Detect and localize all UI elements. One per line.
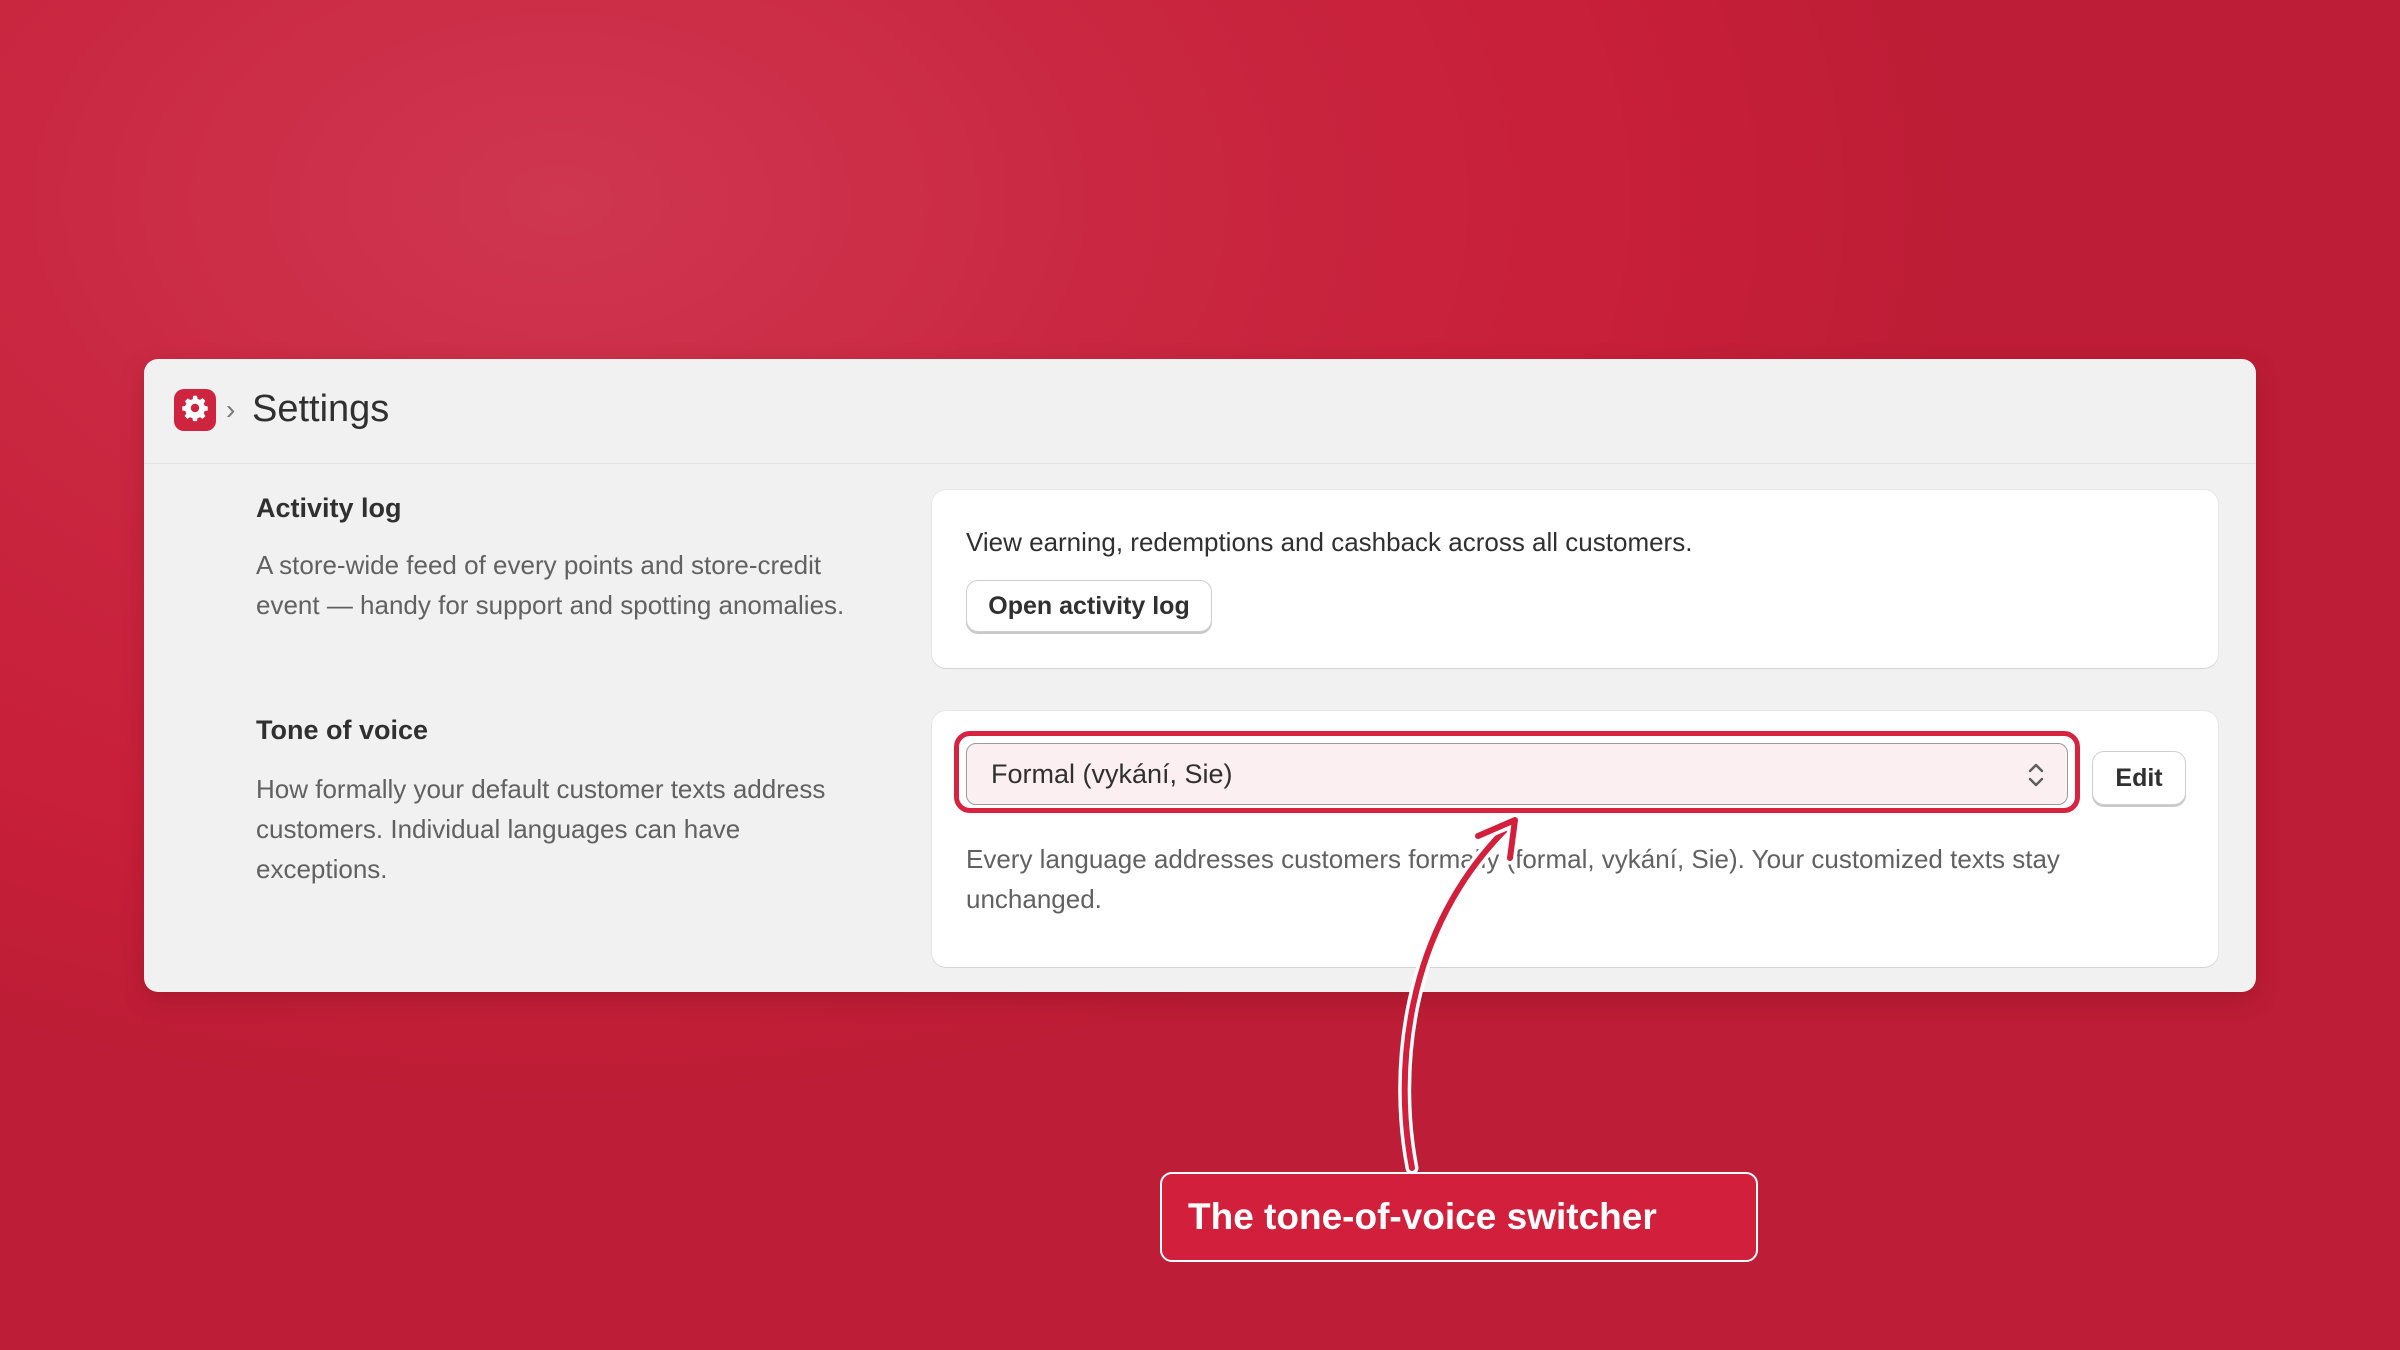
activity-log-title: Activity log <box>256 493 402 523</box>
settings-card: › Settings Activity log A store-wide fee… <box>144 359 2256 992</box>
tone-of-voice-panel: Formal (vykání, Sie) Edit Every language… <box>932 711 2218 967</box>
activity-log-panel: View earning, redemptions and cashback a… <box>932 490 2218 668</box>
select-arrows-icon <box>2025 760 2047 790</box>
app-logo[interactable] <box>174 389 216 431</box>
annotation-callout: The tone-of-voice switcher <box>1160 1172 1758 1262</box>
activity-log-description: A store-wide feed of every points and st… <box>256 550 845 620</box>
tone-of-voice-help-text: Every language addresses customers forma… <box>966 844 2060 914</box>
callout-text: The tone-of-voice switcher <box>1188 1196 1657 1237</box>
open-activity-log-button[interactable]: Open activity log <box>966 580 1212 632</box>
edit-button[interactable]: Edit <box>2092 751 2186 805</box>
page-title: Settings <box>252 388 390 430</box>
tone-of-voice-description: How formally your default customer texts… <box>256 774 826 884</box>
tone-of-voice-title: Tone of voice <box>256 715 429 745</box>
page-header: › Settings <box>144 359 2256 464</box>
activity-log-panel-text: View earning, redemptions and cashback a… <box>966 527 1693 557</box>
breadcrumb-separator: › <box>226 394 236 425</box>
select-value: Formal (vykání, Sie) <box>991 759 1233 789</box>
gear-icon <box>181 394 209 427</box>
tone-of-voice-select[interactable]: Formal (vykání, Sie) <box>966 743 2068 805</box>
